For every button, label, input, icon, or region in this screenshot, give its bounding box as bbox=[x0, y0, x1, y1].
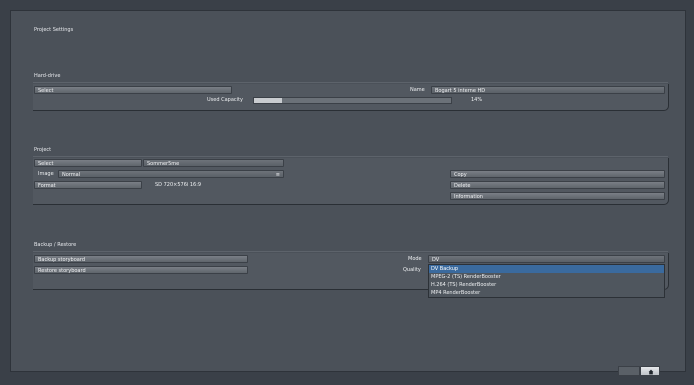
image-value: Normal bbox=[62, 172, 81, 178]
format-value: SD 720×576i 16:9 bbox=[155, 182, 202, 188]
delete-button[interactable]: Delete bbox=[450, 181, 665, 189]
quality-option[interactable]: DV Backup bbox=[429, 265, 664, 273]
quality-option[interactable]: MPEG-2 (TS) RenderBooster bbox=[429, 273, 664, 281]
home-icon bbox=[648, 369, 654, 375]
hard-drive-section-label: Hard-drive bbox=[34, 73, 61, 79]
used-capacity-bar bbox=[253, 97, 452, 104]
quality-option[interactable]: H.264 (TS) RenderBooster bbox=[429, 281, 664, 289]
hard-drive-select-button[interactable]: Select bbox=[34, 86, 232, 94]
home-button[interactable] bbox=[640, 366, 660, 376]
quality-label: Quality bbox=[403, 267, 421, 273]
project-select-button[interactable]: Select bbox=[34, 159, 142, 167]
used-capacity-fill bbox=[254, 98, 282, 103]
image-label: Image bbox=[38, 171, 54, 177]
project-name-field[interactable]: Sommer5me bbox=[143, 159, 284, 167]
hard-drive-name-label: Name bbox=[410, 87, 425, 93]
mode-label: Mode bbox=[408, 256, 422, 262]
backup-divider bbox=[33, 251, 668, 252]
hard-drive-name-field[interactable]: Bogart 5 interne HD bbox=[431, 86, 665, 94]
format-button[interactable]: Format bbox=[34, 181, 142, 189]
mode-select[interactable]: DV bbox=[428, 255, 665, 263]
backup-storyboard-button[interactable]: Backup storyboard bbox=[34, 255, 248, 263]
used-capacity-label: Used Capacity bbox=[207, 97, 243, 103]
project-divider bbox=[33, 156, 668, 157]
project-settings-screen: Project Settings Hard-drive Select Name … bbox=[10, 10, 686, 376]
quality-dropdown: DV Backup MPEG-2 (TS) RenderBooster H.26… bbox=[428, 264, 665, 298]
project-section-label: Project bbox=[34, 147, 52, 153]
used-capacity-percent: 14% bbox=[471, 97, 483, 103]
quality-option[interactable]: MP4 RenderBooster bbox=[429, 289, 664, 297]
home-rail bbox=[618, 366, 640, 376]
image-select[interactable]: Normal ≡ bbox=[58, 170, 284, 178]
hard-drive-divider bbox=[33, 82, 668, 83]
restore-storyboard-button[interactable]: Restore storyboard bbox=[34, 266, 248, 274]
menu-icon: ≡ bbox=[275, 172, 280, 178]
information-button[interactable]: Information bbox=[450, 192, 665, 200]
copy-button[interactable]: Copy bbox=[450, 170, 665, 178]
page-title: Project Settings bbox=[34, 27, 74, 33]
backup-section-label: Backup / Restore bbox=[34, 242, 77, 248]
